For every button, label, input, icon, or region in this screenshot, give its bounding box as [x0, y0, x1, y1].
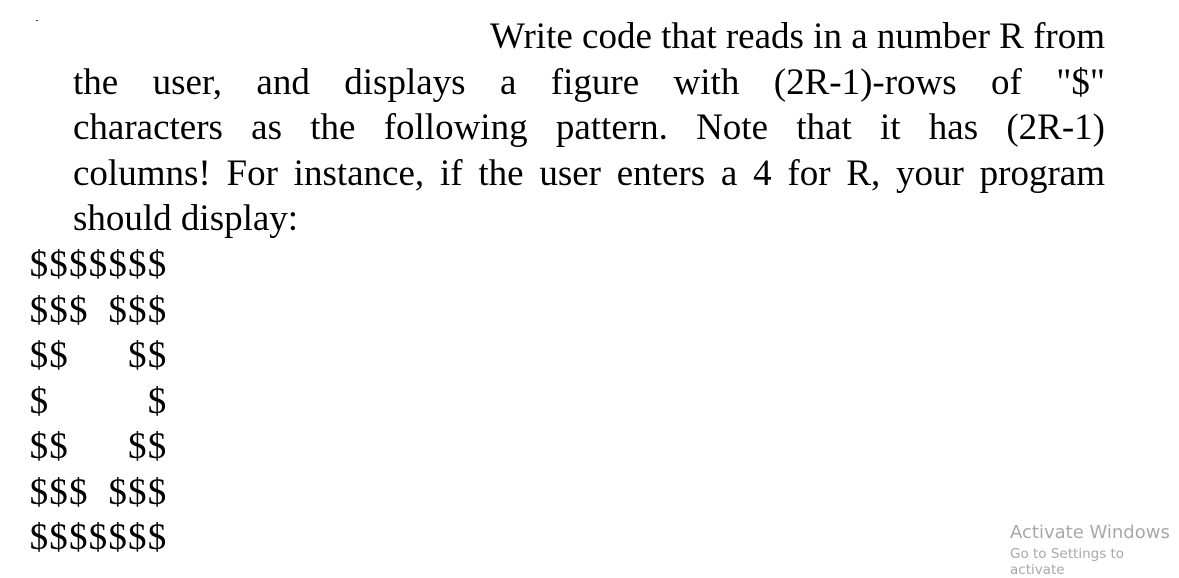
pattern-row: $ $ $ $ $ $ — [29, 470, 167, 516]
dollar-char: $ — [128, 517, 147, 558]
dollar-char: $ — [68, 471, 88, 513]
dollar-char: $ — [108, 517, 127, 558]
dollar-char: $ — [128, 335, 147, 376]
statement-line: columns! For instance, if the user enter… — [73, 152, 1105, 194]
blank-char — [88, 424, 108, 470]
dollar-char: $ — [49, 244, 68, 285]
statement-line: should display: — [73, 198, 299, 239]
dollar-char: $ — [88, 244, 108, 285]
dollar-pattern: $ $ $ $ $ $ $ $ $ $ $ $ $ $ $ $ $ $ $ $ $ $ $ $ $ $ $ $ $ $ $ $ $ $ $… — [29, 242, 167, 561]
dollar-char: $ — [29, 335, 49, 376]
pattern-row: $ $ — [29, 379, 167, 425]
stray-mark — [36, 20, 38, 21]
dollar-char: $ — [29, 244, 49, 285]
watermark-subtitle: Go to Settings to activate — [1010, 546, 1125, 578]
dollar-char: $ — [29, 471, 49, 513]
dollar-char: $ — [128, 471, 147, 513]
dollar-char: $ — [68, 289, 88, 331]
statement-line: Write code that reads in a number R from — [490, 16, 1105, 57]
dollar-char: $ — [147, 380, 167, 422]
dollar-char: $ — [108, 289, 127, 331]
blank-char — [68, 424, 88, 470]
dollar-char: $ — [128, 289, 147, 331]
blank-char — [88, 288, 108, 334]
blank-char — [68, 333, 88, 379]
dollar-char: $ — [49, 289, 68, 331]
dollar-char: $ — [49, 517, 68, 558]
pattern-row: $ $ $ $ — [29, 424, 167, 470]
pattern-row: $ $ $ $ $ $ — [29, 288, 167, 334]
blank-char — [88, 470, 108, 516]
dollar-char: $ — [29, 426, 49, 467]
watermark-title: Activate Windows — [1010, 522, 1170, 543]
statement-line: the user, and displays a figure with (2R… — [73, 61, 1105, 103]
blank-char — [108, 333, 128, 379]
pattern-row: $ $ $ $ — [29, 333, 167, 379]
dollar-char: $ — [108, 471, 127, 513]
dollar-char: $ — [49, 426, 68, 467]
blank-char — [127, 379, 147, 425]
blank-char — [108, 379, 128, 425]
blank-char — [108, 424, 128, 470]
dollar-char: $ — [68, 517, 88, 558]
dollar-char: $ — [108, 244, 127, 285]
pattern-row: $ $ $ $ $ $ $ — [29, 515, 167, 561]
dollar-char: $ — [29, 289, 49, 331]
dollar-char: $ — [68, 244, 88, 285]
dollar-char: $ — [49, 335, 68, 376]
blank-char — [49, 379, 69, 425]
dollar-char: $ — [128, 244, 147, 285]
dollar-char: $ — [49, 471, 68, 513]
dollar-char: $ — [147, 289, 167, 331]
statement-line: characters as the following pattern. Not… — [73, 107, 1105, 148]
dollar-char: $ — [147, 517, 167, 558]
activation-watermark: Activate Windows Go to Settings to activ… — [1010, 522, 1179, 578]
dollar-char: $ — [147, 471, 167, 513]
problem-statement: Write code that reads in a number R from… — [73, 14, 1105, 242]
dollar-char: $ — [29, 517, 49, 558]
dollar-char: $ — [147, 335, 167, 376]
dollar-char: $ — [29, 380, 49, 422]
blank-char — [88, 333, 108, 379]
blank-char — [68, 379, 88, 425]
dollar-char: $ — [128, 426, 147, 467]
blank-char — [88, 379, 108, 425]
pattern-row: $ $ $ $ $ $ $ — [29, 242, 167, 288]
dollar-char: $ — [88, 517, 108, 558]
dollar-char: $ — [147, 244, 167, 285]
dollar-char: $ — [147, 426, 167, 467]
